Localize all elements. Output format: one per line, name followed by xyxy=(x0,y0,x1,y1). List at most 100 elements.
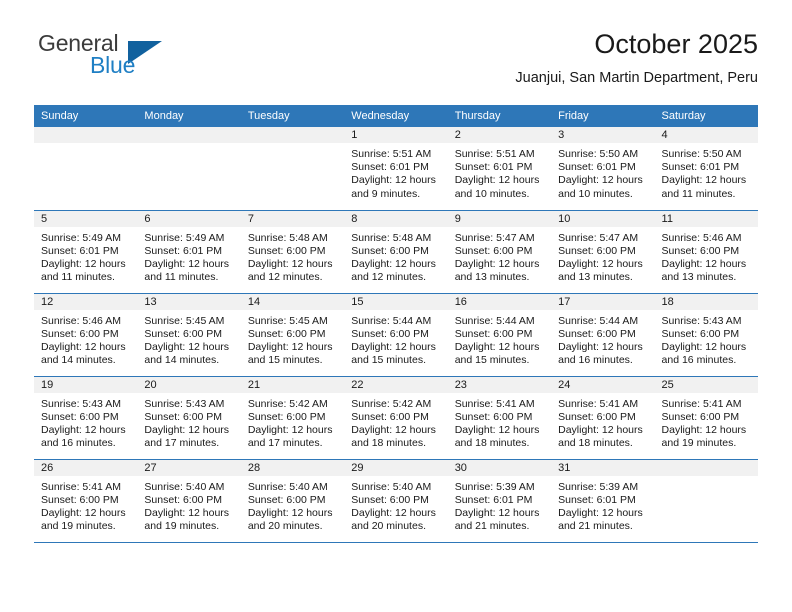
calendar-day-cell[interactable]: 25 Sunrise: 5:41 AM Sunset: 6:00 PM Dayligh… xyxy=(654,376,758,460)
calendar-day-cell[interactable]: 14 Sunrise: 5:45 AM Sunset: 6:00 PM Dayligh… xyxy=(240,293,345,377)
day-number xyxy=(34,127,138,143)
sunrise-text: Sunrise: 5:47 AM xyxy=(454,231,535,244)
day-details: Sunrise: 5:41 AM Sunset: 6:00 PM Daylight:… xyxy=(551,393,654,451)
calendar-day-cell-empty xyxy=(240,127,345,211)
calendar-day-cell[interactable]: 22 Sunrise: 5:42 AM Sunset: 6:00 PM Dayligh… xyxy=(344,376,448,460)
daylight-text-line2: and 17 minutes. xyxy=(144,437,220,450)
day-number: 6 xyxy=(137,210,241,227)
calendar-header-row: Sunday Monday Tuesday Wednesday Thursday… xyxy=(34,105,758,127)
daylight-text-line1: Daylight: 12 hours xyxy=(661,340,747,353)
page-title: October 2025 xyxy=(594,29,758,59)
calendar-day-cell[interactable]: 20 Sunrise: 5:43 AM Sunset: 6:00 PM Dayligh… xyxy=(137,376,241,460)
daylight-text-line1: Daylight: 12 hours xyxy=(661,423,747,436)
sunset-text: Sunset: 6:00 PM xyxy=(351,244,429,257)
sunset-text: Sunset: 6:01 PM xyxy=(558,493,636,506)
day-details: Sunrise: 5:43 AM Sunset: 6:00 PM Daylight:… xyxy=(34,393,137,451)
day-number: 12 xyxy=(34,293,138,310)
day-details: Sunrise: 5:44 AM Sunset: 6:00 PM Daylight:… xyxy=(448,310,551,368)
day-number: 5 xyxy=(34,210,138,227)
sunrise-text: Sunrise: 5:50 AM xyxy=(661,148,742,160)
daylight-text-line1: Daylight: 12 hours xyxy=(454,257,540,270)
calendar-day-cell[interactable]: 27 Sunrise: 5:40 AM Sunset: 6:00 PM Dayligh… xyxy=(137,459,241,543)
calendar-day-cell[interactable]: 30 Sunrise: 5:39 AM Sunset: 6:01 PM Dayligh… xyxy=(447,459,552,543)
sunrise-text: Sunrise: 5:42 AM xyxy=(247,397,328,410)
sunset-text: Sunset: 6:00 PM xyxy=(661,327,740,340)
calendar-day-cell[interactable]: 17 Sunrise: 5:44 AM Sunset: 6:00 PM Dayligh… xyxy=(551,293,655,377)
day-number: 2 xyxy=(447,127,552,143)
sunset-text: Sunset: 6:00 PM xyxy=(144,410,223,423)
day-details: Sunrise: 5:43 AM Sunset: 6:00 PM Daylight:… xyxy=(137,393,240,451)
calendar-day-cell-empty xyxy=(34,127,138,211)
calendar-day-cell[interactable]: 5 Sunrise: 5:49 AM Sunset: 6:01 PM Daylight… xyxy=(34,210,138,294)
calendar-day-cell[interactable]: 16 Sunrise: 5:44 AM Sunset: 6:00 PM Dayligh… xyxy=(447,293,552,377)
calendar-day-cell[interactable]: 2 Sunrise: 5:51 AM Sunset: 6:01 PM Daylight… xyxy=(447,127,552,211)
calendar-day-cell[interactable]: 24 Sunrise: 5:41 AM Sunset: 6:00 PM Dayligh… xyxy=(551,376,655,460)
daylight-text-line1: Daylight: 12 hours xyxy=(144,340,230,353)
sunset-text: Sunset: 6:00 PM xyxy=(351,410,429,423)
calendar-day-cell[interactable]: 23 Sunrise: 5:41 AM Sunset: 6:00 PM Dayligh… xyxy=(447,376,552,460)
day-number: 8 xyxy=(344,210,448,227)
day-number xyxy=(137,127,241,143)
calendar-day-cell[interactable]: 10 Sunrise: 5:47 AM Sunset: 6:00 PM Dayligh… xyxy=(551,210,655,294)
calendar-day-cell[interactable]: 11 Sunrise: 5:46 AM Sunset: 6:00 PM Dayligh… xyxy=(654,210,758,294)
calendar-day-cell[interactable]: 26 Sunrise: 5:41 AM Sunset: 6:00 PM Dayligh… xyxy=(34,459,138,543)
daylight-text-line1: Daylight: 12 hours xyxy=(247,257,333,270)
daylight-text-line1: Daylight: 12 hours xyxy=(144,257,230,270)
sunrise-text: Sunrise: 5:48 AM xyxy=(351,231,432,244)
calendar-day-cell[interactable]: 7 Sunrise: 5:48 AM Sunset: 6:00 PM Daylight… xyxy=(240,210,345,294)
sunrise-text: Sunrise: 5:44 AM xyxy=(454,314,535,327)
sunrise-text: Sunrise: 5:46 AM xyxy=(41,314,121,327)
daylight-text-line1: Daylight: 12 hours xyxy=(454,423,540,436)
day-number: 16 xyxy=(447,293,552,310)
day-details: Sunrise: 5:44 AM Sunset: 6:00 PM Daylight:… xyxy=(551,310,654,368)
calendar-day-cell[interactable]: 31 Sunrise: 5:39 AM Sunset: 6:01 PM Dayligh… xyxy=(551,459,655,543)
daylight-text-line1: Daylight: 12 hours xyxy=(661,174,747,187)
sunset-text: Sunset: 6:00 PM xyxy=(558,244,636,257)
day-details: Sunrise: 5:41 AM Sunset: 6:00 PM Daylight:… xyxy=(655,393,758,451)
day-number: 13 xyxy=(137,293,241,310)
daylight-text-line2: and 19 minutes. xyxy=(41,520,116,533)
calendar-day-cell[interactable]: 1 Sunrise: 5:51 AM Sunset: 6:01 PM Daylight… xyxy=(344,127,448,211)
calendar-day-cell[interactable]: 13 Sunrise: 5:45 AM Sunset: 6:00 PM Dayligh… xyxy=(137,293,241,377)
calendar-day-cell[interactable]: 8 Sunrise: 5:48 AM Sunset: 6:00 PM Daylight… xyxy=(344,210,448,294)
calendar-day-cell[interactable]: 12 Sunrise: 5:46 AM Sunset: 6:00 PM Dayligh… xyxy=(34,293,138,377)
sunset-text: Sunset: 6:00 PM xyxy=(247,244,326,257)
sunrise-text: Sunrise: 5:51 AM xyxy=(351,148,432,160)
sunset-text: Sunset: 6:01 PM xyxy=(351,161,429,174)
daylight-text-line2: and 11 minutes. xyxy=(144,271,219,284)
day-details: Sunrise: 5:48 AM Sunset: 6:00 PM Daylight:… xyxy=(241,227,344,285)
day-details: Sunrise: 5:47 AM Sunset: 6:00 PM Daylight:… xyxy=(551,227,654,285)
weekday-header-saturday: Saturday xyxy=(654,105,758,127)
daylight-text-line2: and 19 minutes. xyxy=(661,437,737,450)
day-number: 26 xyxy=(34,459,138,476)
calendar-week-row: 12 Sunrise: 5:46 AM Sunset: 6:00 PM Dayligh… xyxy=(34,293,758,377)
calendar-day-cell[interactable]: 3 Sunrise: 5:50 AM Sunset: 6:01 PM Daylight… xyxy=(551,127,655,211)
sunset-text: Sunset: 6:01 PM xyxy=(454,493,533,506)
sunrise-text: Sunrise: 5:45 AM xyxy=(247,314,328,327)
daylight-text-line2: and 16 minutes. xyxy=(41,437,116,450)
day-number xyxy=(240,127,345,143)
daylight-text-line2: and 20 minutes. xyxy=(247,520,323,533)
calendar-day-cell[interactable]: 6 Sunrise: 5:49 AM Sunset: 6:01 PM Daylight… xyxy=(137,210,241,294)
calendar-day-cell[interactable]: 21 Sunrise: 5:42 AM Sunset: 6:00 PM Dayligh… xyxy=(240,376,345,460)
calendar-day-cell[interactable]: 29 Sunrise: 5:40 AM Sunset: 6:00 PM Dayligh… xyxy=(344,459,448,543)
logo-text-blue: Blue xyxy=(90,52,136,78)
day-details: Sunrise: 5:45 AM Sunset: 6:00 PM Daylight:… xyxy=(241,310,344,368)
daylight-text-line2: and 21 minutes. xyxy=(558,520,633,533)
daylight-text-line2: and 12 minutes. xyxy=(351,271,426,284)
day-number: 7 xyxy=(240,210,345,227)
daylight-text-line1: Daylight: 12 hours xyxy=(41,423,126,436)
daylight-text-line2: and 17 minutes. xyxy=(247,437,323,450)
daylight-text-line2: and 10 minutes. xyxy=(558,187,633,200)
sunset-text: Sunset: 6:00 PM xyxy=(454,244,533,257)
calendar-day-cell[interactable]: 28 Sunrise: 5:40 AM Sunset: 6:00 PM Dayligh… xyxy=(240,459,345,543)
calendar-day-cell[interactable]: 4 Sunrise: 5:50 AM Sunset: 6:01 PM Daylight… xyxy=(654,127,758,211)
calendar-day-cell[interactable]: 18 Sunrise: 5:43 AM Sunset: 6:00 PM Dayligh… xyxy=(654,293,758,377)
calendar-day-cell[interactable]: 19 Sunrise: 5:43 AM Sunset: 6:00 PM Dayligh… xyxy=(34,376,138,460)
day-details: Sunrise: 5:49 AM Sunset: 6:01 PM Daylight:… xyxy=(34,227,137,285)
daylight-text-line2: and 13 minutes. xyxy=(558,271,633,284)
weekday-header-thursday: Thursday xyxy=(447,105,552,127)
day-details: Sunrise: 5:40 AM Sunset: 6:00 PM Daylight:… xyxy=(137,476,240,534)
calendar-day-cell[interactable]: 9 Sunrise: 5:47 AM Sunset: 6:00 PM Daylight… xyxy=(447,210,552,294)
calendar-day-cell[interactable]: 15 Sunrise: 5:44 AM Sunset: 6:00 PM Dayligh… xyxy=(344,293,448,377)
